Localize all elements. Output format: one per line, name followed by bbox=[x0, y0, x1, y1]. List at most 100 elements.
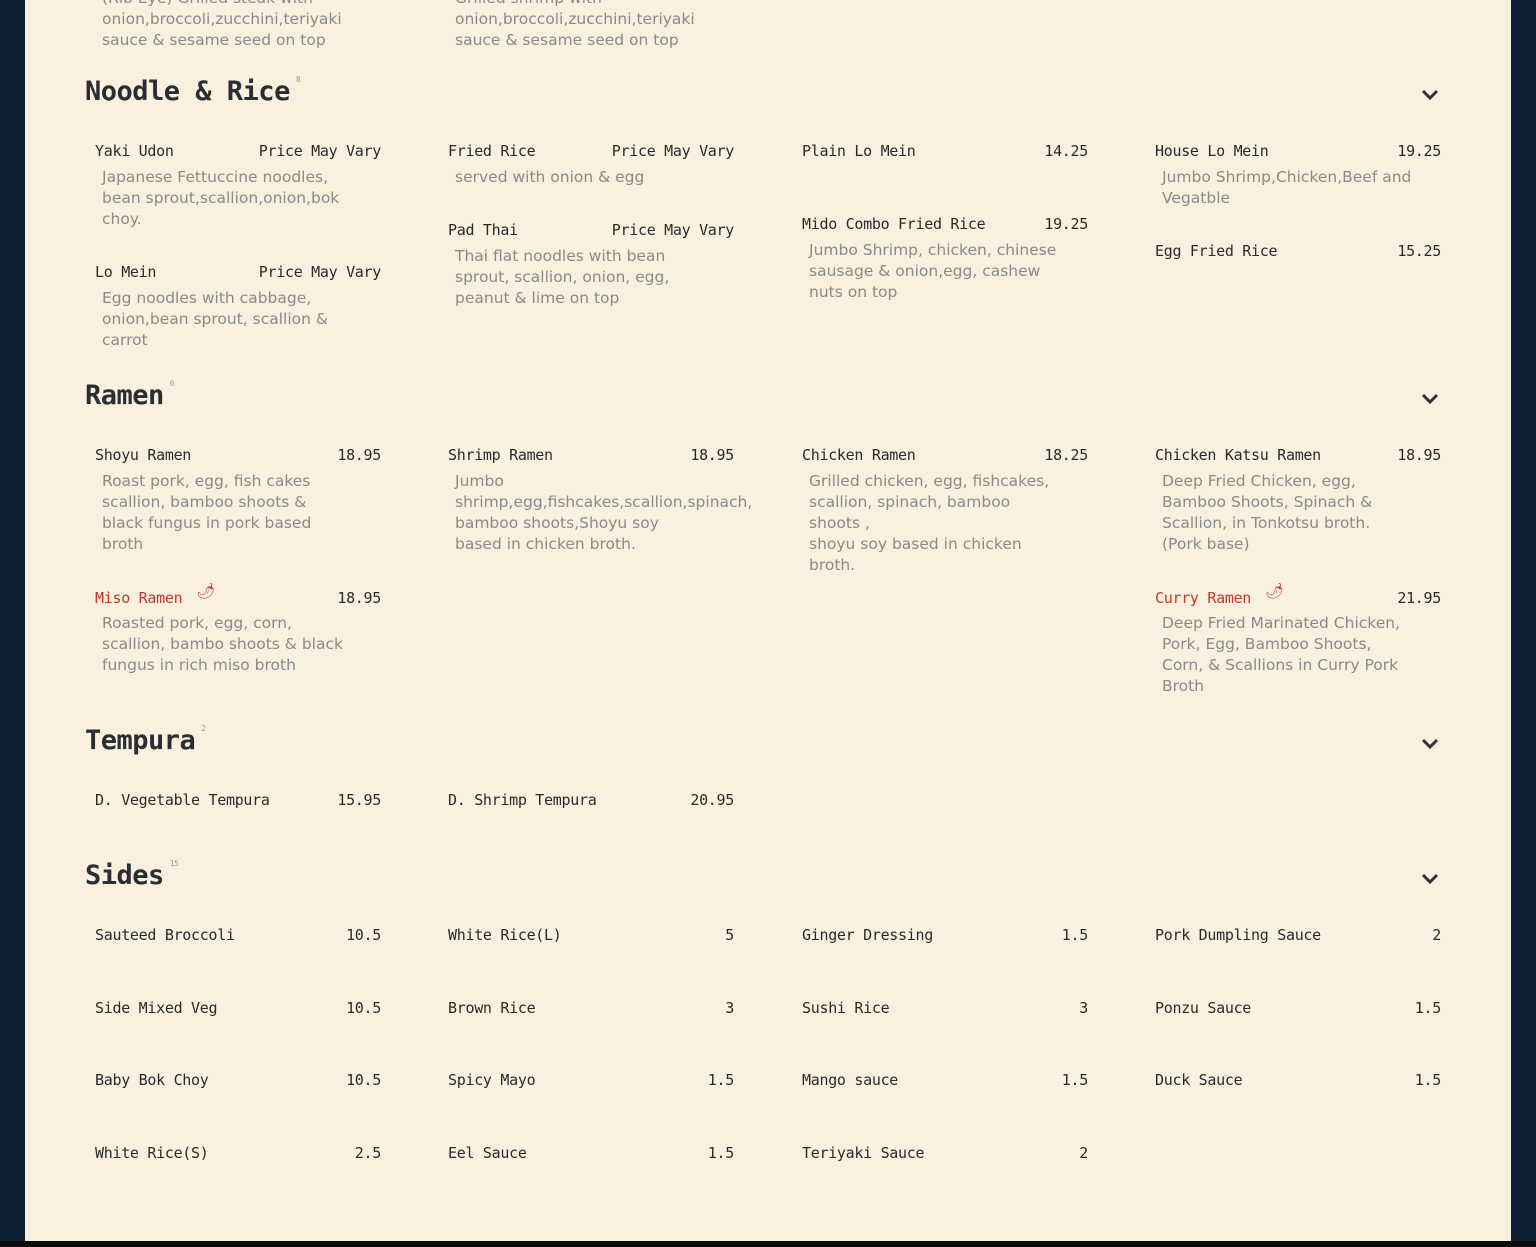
section-title-noodle-rice: Noodle & Rice 8 bbox=[85, 75, 301, 107]
menu-item[interactable]: House Lo Mein 19.25 Jumbo Shrimp,Chicken,… bbox=[1155, 142, 1441, 209]
item-name: Sushi Rice bbox=[802, 999, 890, 1017]
item-price: Price May Vary bbox=[258, 263, 382, 281]
menu-item[interactable]: Side Mixed Veg 10.5 bbox=[95, 999, 381, 1021]
item-price: 1.5 bbox=[1061, 1071, 1089, 1089]
item-name: Chicken Katsu Ramen bbox=[1155, 446, 1321, 464]
chevron-down-icon[interactable] bbox=[1420, 872, 1440, 886]
menu-item[interactable]: Grilled shrimp with onion,broccoli,zucch… bbox=[448, 0, 734, 51]
item-price: 2 bbox=[1079, 1144, 1088, 1162]
menu-item[interactable]: Sushi Rice 3 bbox=[802, 999, 1088, 1021]
menu-item[interactable]: White Rice(L) 5 bbox=[448, 926, 734, 948]
item-name: House Lo Mein bbox=[1155, 142, 1269, 160]
section-count: 6 bbox=[169, 379, 175, 388]
item-price: 10.5 bbox=[346, 999, 381, 1017]
item-price: 5 bbox=[725, 926, 734, 944]
menu-item[interactable]: Ponzu Sauce 1.5 bbox=[1155, 999, 1441, 1021]
bottom-bar bbox=[0, 1241, 1536, 1247]
section-title-text: Noodle & Rice bbox=[85, 76, 290, 107]
item-name: Fried Rice bbox=[448, 142, 536, 160]
item-price: 3 bbox=[1079, 999, 1088, 1017]
chevron-down-icon[interactable] bbox=[1420, 392, 1440, 406]
menu-item[interactable]: Mido Combo Fried Rice 19.25 Jumbo Shrimp,… bbox=[802, 215, 1088, 303]
item-price: 19.25 bbox=[1044, 215, 1088, 233]
chevron-down-icon[interactable] bbox=[1420, 88, 1440, 102]
section-count: 8 bbox=[295, 75, 301, 84]
item-price: 18.95 bbox=[690, 446, 734, 464]
item-name: Curry Ramen bbox=[1155, 589, 1252, 607]
item-name: Teriyaki Sauce bbox=[802, 1144, 925, 1162]
menu-item[interactable]: Lo Mein Price May Vary Egg noodles with c… bbox=[95, 263, 381, 351]
menu-item[interactable]: Shrimp Ramen 18.95 Jumbo shrimp,egg,fishc… bbox=[448, 446, 752, 555]
item-name: Chicken Ramen bbox=[802, 446, 916, 464]
item-price: 2 bbox=[1432, 926, 1441, 944]
item-name: Baby Bok Choy bbox=[95, 1071, 209, 1089]
menu-item[interactable]: Pad Thai Price May Vary Thai flat noodles… bbox=[448, 221, 734, 309]
item-price: 1.5 bbox=[707, 1071, 735, 1089]
item-price: 19.25 bbox=[1397, 142, 1441, 160]
chevron-down-icon[interactable] bbox=[1420, 737, 1440, 751]
menu-item[interactable]: Yaki Udon Price May Vary Japanese Fettucc… bbox=[95, 142, 381, 230]
item-name: Yaki Udon bbox=[95, 142, 174, 160]
section-title-ramen: Ramen 6 bbox=[85, 379, 175, 411]
item-price: Price May Vary bbox=[611, 142, 735, 160]
menu-item[interactable]: Chicken Katsu Ramen 18.95 Deep Fried Chic… bbox=[1155, 446, 1441, 555]
item-price: 3 bbox=[725, 999, 734, 1017]
section-count: 2 bbox=[201, 724, 206, 733]
item-description: Grilled shrimp with onion,broccoli,zucch… bbox=[455, 0, 695, 49]
menu-item[interactable]: D. Vegetable Tempura 15.95 bbox=[95, 791, 381, 813]
item-name: Ginger Dressing bbox=[802, 926, 933, 944]
menu-item[interactable]: Curry Ramen 🌶 21.95 Deep Fried Marinated C… bbox=[1155, 582, 1441, 697]
item-price: 18.95 bbox=[1397, 446, 1441, 464]
item-name: Side Mixed Veg bbox=[95, 999, 218, 1017]
item-description: Thai flat noodles with bean sprout, scal… bbox=[455, 247, 670, 307]
item-price: 15.25 bbox=[1397, 242, 1441, 260]
menu-item[interactable]: Spicy Mayo 1.5 bbox=[448, 1071, 734, 1093]
menu-item[interactable]: (Rib Eye) Grilled steak with onion,brocc… bbox=[95, 0, 381, 51]
item-name: Lo Mein bbox=[95, 263, 157, 281]
item-description: Roasted pork, egg, corn, scallion, bambo… bbox=[102, 614, 343, 674]
menu-item[interactable]: Duck Sauce 1.5 bbox=[1155, 1071, 1441, 1093]
menu-item[interactable]: White Rice(S) 2.5 bbox=[95, 1144, 381, 1166]
menu-item[interactable]: Baby Bok Choy 10.5 bbox=[95, 1071, 381, 1093]
item-price: 14.25 bbox=[1044, 142, 1088, 160]
section-title-text: Sides bbox=[85, 860, 164, 891]
menu-item[interactable]: Brown Rice 3 bbox=[448, 999, 734, 1021]
item-description: Jumbo Shrimp,Chicken,Beef and Vegatble bbox=[1162, 168, 1412, 207]
section-count: 15 bbox=[169, 859, 179, 868]
item-price: 10.5 bbox=[346, 1071, 381, 1089]
item-price: 10.5 bbox=[346, 926, 381, 944]
menu-item[interactable]: Fried Rice Price May Vary served with oni… bbox=[448, 142, 734, 188]
item-description: Deep Fried Chicken, egg, Bamboo Shoots, … bbox=[1162, 472, 1373, 553]
item-description: Roast pork, egg, fish cakes scallion, ba… bbox=[102, 472, 312, 553]
menu-item[interactable]: Pork Dumpling Sauce 2 bbox=[1155, 926, 1441, 948]
menu-item[interactable]: Chicken Ramen 18.25 Grilled chicken, egg,… bbox=[802, 446, 1088, 576]
item-price: 2.5 bbox=[354, 1144, 382, 1162]
menu-item[interactable]: Miso Ramen 🌶 18.95 Roasted pork, egg, corn… bbox=[95, 582, 381, 676]
item-price: 18.95 bbox=[337, 589, 381, 607]
section-title-sides: Sides 15 bbox=[85, 859, 179, 891]
item-name: Pork Dumpling Sauce bbox=[1155, 926, 1321, 944]
item-name: Egg Fried Rice bbox=[1155, 242, 1278, 260]
item-name: Shrimp Ramen bbox=[448, 446, 553, 464]
menu-item[interactable]: D. Shrimp Tempura 20.95 bbox=[448, 791, 734, 813]
item-price: 1.5 bbox=[707, 1144, 735, 1162]
menu-item[interactable]: Eel Sauce 1.5 bbox=[448, 1144, 734, 1166]
menu-item[interactable]: Sauteed Broccoli 10.5 bbox=[95, 926, 381, 948]
item-name: Brown Rice bbox=[448, 999, 536, 1017]
item-price: 18.25 bbox=[1044, 446, 1088, 464]
item-name: White Rice(L) bbox=[448, 926, 562, 944]
item-name: Sauteed Broccoli bbox=[95, 926, 235, 944]
chili-pepper-icon: 🌶 bbox=[1265, 582, 1285, 600]
menu-item[interactable]: Plain Lo Mein 14.25 bbox=[802, 142, 1088, 164]
menu-item[interactable]: Mango sauce 1.5 bbox=[802, 1071, 1088, 1093]
menu-item[interactable]: Ginger Dressing 1.5 bbox=[802, 926, 1088, 948]
item-price: 21.95 bbox=[1397, 589, 1441, 607]
menu-item[interactable]: Teriyaki Sauce 2 bbox=[802, 1144, 1088, 1166]
chili-pepper-icon: 🌶 bbox=[196, 582, 216, 600]
item-description: Grilled chicken, egg, fishcakes, scallio… bbox=[809, 472, 1050, 574]
menu-item[interactable]: Egg Fried Rice 15.25 bbox=[1155, 242, 1441, 264]
item-description: Jumbo shrimp,egg,fishcakes,scallion,spin… bbox=[455, 472, 753, 553]
item-description: Japanese Fettuccine noodles, bean sprout… bbox=[102, 168, 340, 228]
item-price: 1.5 bbox=[1061, 926, 1089, 944]
menu-item[interactable]: Shoyu Ramen 18.95 Roast pork, egg, fish c… bbox=[95, 446, 381, 555]
